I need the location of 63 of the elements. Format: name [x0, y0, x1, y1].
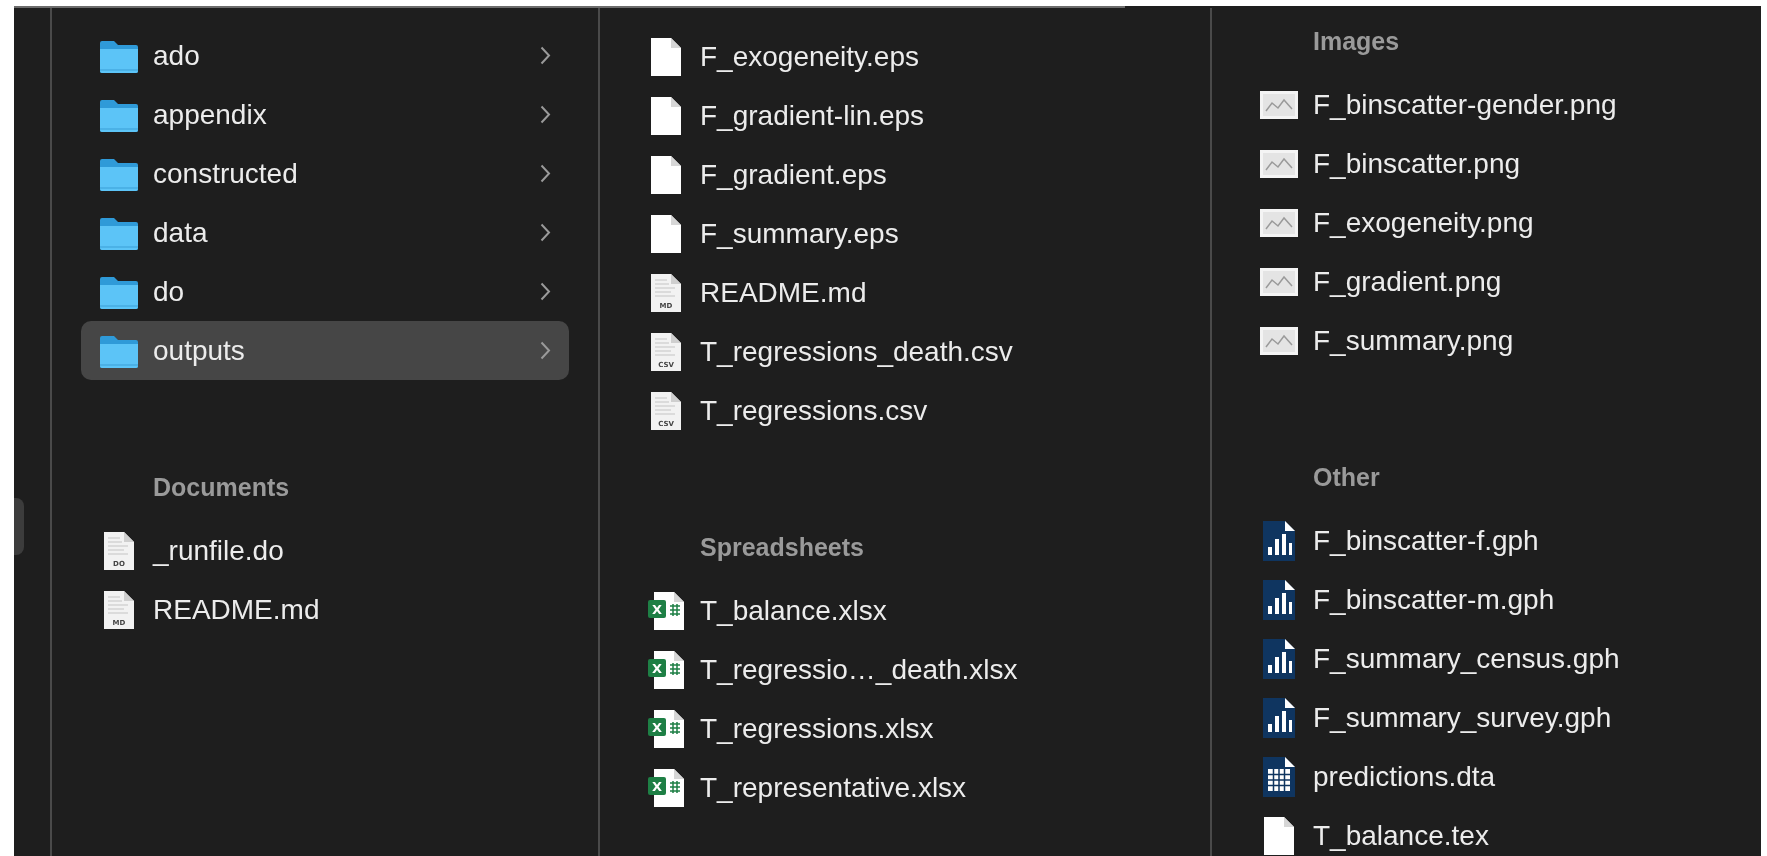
file-name[interactable]: F_summary.eps — [700, 217, 1210, 250]
folder-icon — [100, 97, 138, 132]
chevron-right-icon — [540, 223, 551, 242]
document-icon — [651, 37, 681, 76]
folder-icon — [100, 38, 138, 73]
file-name[interactable]: F_gradient.eps — [700, 158, 1210, 191]
file-name[interactable]: T_balance.xlsx — [700, 594, 1210, 627]
folder-icon — [100, 156, 138, 191]
chevron-right-icon — [540, 282, 551, 301]
resize-handle[interactable] — [14, 498, 24, 555]
document-icon — [651, 155, 681, 194]
folder-name[interactable]: outputs — [153, 334, 526, 367]
file-name[interactable]: F_exogeneity.png — [1313, 206, 1761, 239]
image-thumbnail-icon — [1260, 326, 1298, 355]
selected-row[interactable]: outputs — [81, 321, 569, 380]
bar-chart-file-icon — [1263, 638, 1295, 679]
file-name[interactable]: F_summary_survey.gph — [1313, 701, 1761, 734]
bar-chart-file-icon — [1263, 697, 1295, 738]
folder-name[interactable]: do — [153, 275, 526, 308]
section-heading: Documents — [153, 471, 290, 503]
bar-chart-file-icon — [1263, 520, 1295, 561]
file-name[interactable]: F_gradient-lin.eps — [700, 99, 1210, 132]
file-name[interactable]: F_binscatter.png — [1313, 147, 1761, 180]
image-thumbnail-icon — [1260, 149, 1298, 178]
file-name[interactable]: F_binscatter-m.gph — [1313, 583, 1761, 616]
file-name[interactable]: T_balance.tex — [1313, 819, 1761, 852]
section-heading: Spreadsheets — [700, 531, 864, 563]
file-name[interactable]: README.md — [153, 593, 551, 626]
section-heading: Images — [1313, 25, 1400, 57]
file-name[interactable]: F_binscatter-gender.png — [1313, 88, 1761, 121]
document-icon — [651, 96, 681, 135]
file-name[interactable]: T_regressions_death.csv — [700, 335, 1210, 368]
file-name[interactable]: README.md — [700, 276, 1210, 309]
file-name[interactable]: F_gradient.png — [1313, 265, 1761, 298]
image-thumbnail-icon — [1260, 90, 1298, 119]
file-name[interactable]: predictions.dta — [1313, 760, 1761, 793]
file-name[interactable]: T_regressio…_death.xlsx — [700, 653, 1210, 686]
chevron-right-icon — [540, 164, 551, 183]
bar-chart-file-icon — [1263, 579, 1295, 620]
folder-name[interactable]: constructed — [153, 157, 526, 190]
folder-icon — [100, 333, 138, 368]
file-name[interactable]: F_summary.png — [1313, 324, 1761, 357]
folder-icon — [100, 215, 138, 250]
file-name[interactable]: _runfile.do — [153, 534, 551, 567]
folder-name[interactable]: appendix — [153, 98, 526, 131]
image-thumbnail-icon — [1260, 208, 1298, 237]
file-name[interactable]: F_summary_census.gph — [1313, 642, 1761, 675]
chevron-right-icon — [540, 46, 551, 65]
table-file-icon — [1263, 756, 1295, 797]
image-thumbnail-icon — [1260, 267, 1298, 296]
chevron-right-icon — [540, 105, 551, 124]
section-heading: Other — [1313, 461, 1380, 493]
file-name[interactable]: T_regressions.xlsx — [700, 712, 1210, 745]
file-name[interactable]: T_representative.xlsx — [700, 771, 1210, 804]
document-icon — [651, 214, 681, 253]
chevron-right-icon — [540, 341, 551, 360]
folder-icon — [100, 274, 138, 309]
file-name[interactable]: F_binscatter-f.gph — [1313, 524, 1761, 557]
file-name[interactable]: F_exogeneity.eps — [700, 40, 1210, 73]
folder-name[interactable]: ado — [153, 39, 526, 72]
folder-name[interactable]: data — [153, 216, 526, 249]
file-name[interactable]: T_regressions.csv — [700, 394, 1210, 427]
document-icon — [1264, 816, 1294, 855]
